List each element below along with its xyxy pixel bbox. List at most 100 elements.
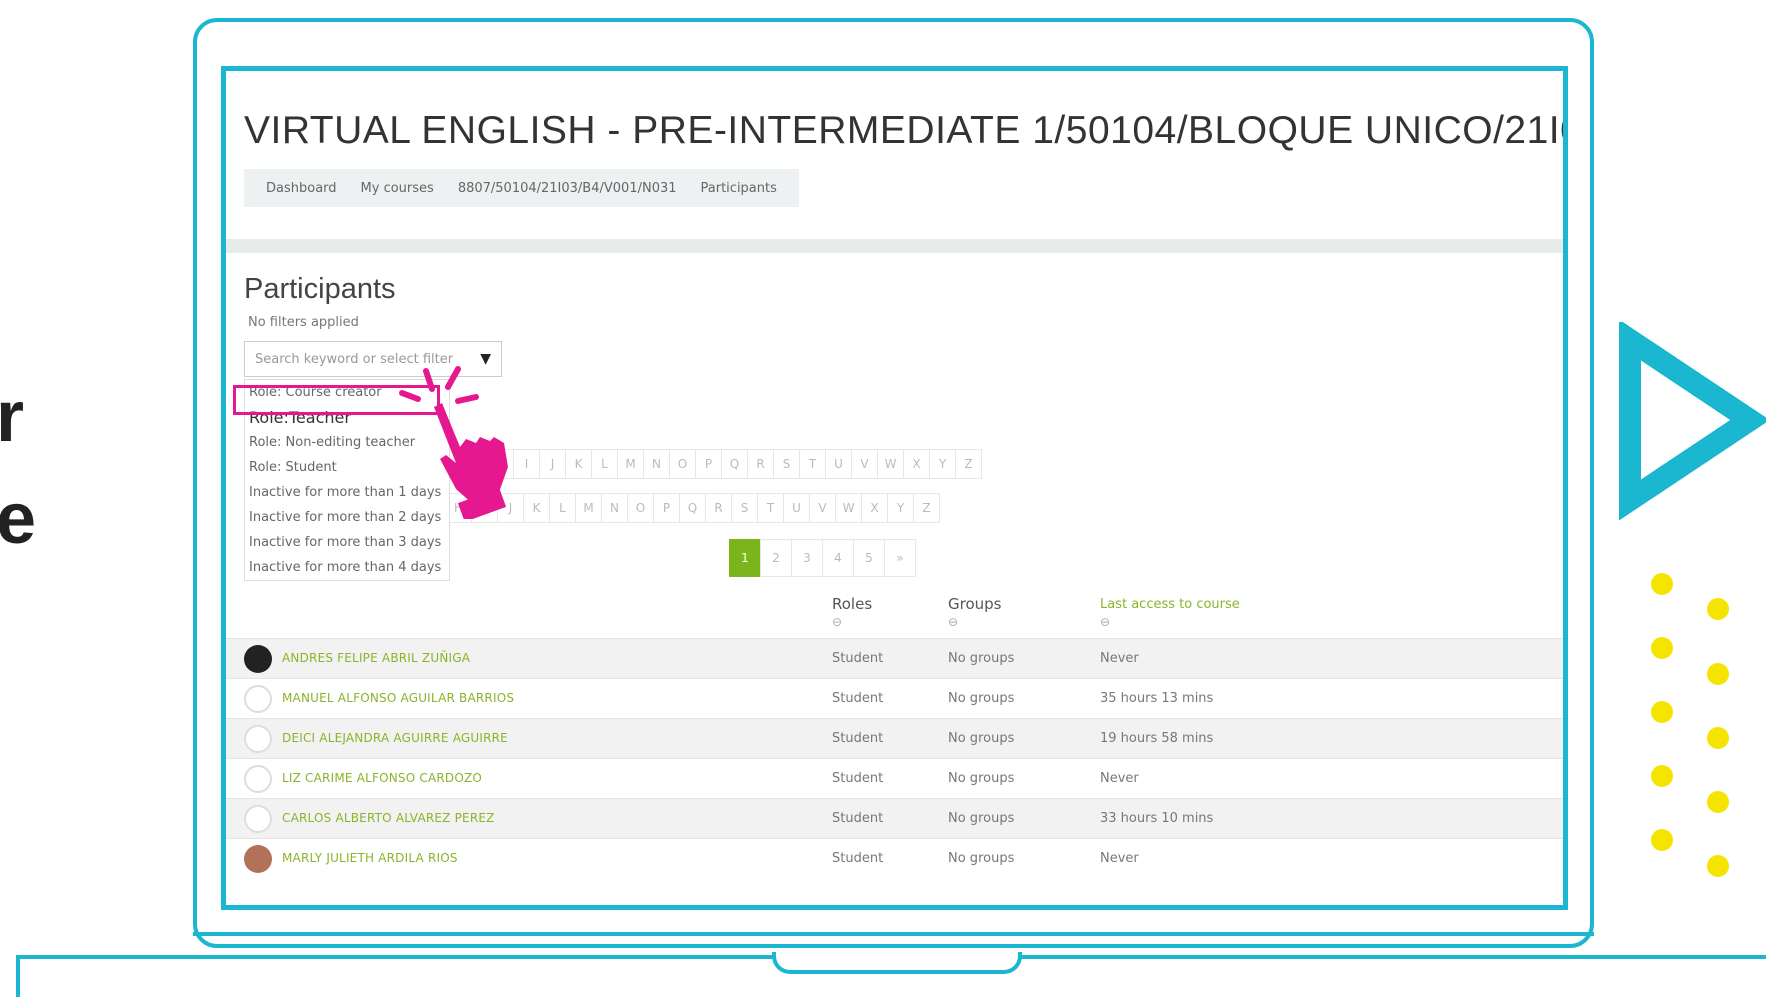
- laptop-notch: [772, 952, 1022, 974]
- letter-button[interactable]: W: [835, 493, 862, 523]
- letter-button[interactable]: M: [617, 449, 644, 479]
- decorative-dot: [1651, 829, 1673, 851]
- last-access-cell: Never: [1100, 771, 1139, 786]
- sort-icon[interactable]: ⊖: [948, 615, 958, 629]
- breadcrumb-dashboard[interactable]: Dashboard: [266, 181, 337, 196]
- participant-name-link[interactable]: MARLY JULIETH ARDILA RIOS: [282, 851, 458, 865]
- participant-name-link[interactable]: LIZ CARIME ALFONSO CARDOZO: [282, 771, 482, 785]
- role-cell: Student: [832, 691, 884, 706]
- groups-cell: No groups: [948, 731, 1015, 746]
- participants-content: Participants No filters applied Search k…: [226, 253, 1563, 905]
- letter-button[interactable]: J: [539, 449, 566, 479]
- participant-name-link[interactable]: MANUEL ALFONSO AGUILAR BARRIOS: [282, 691, 514, 705]
- role-cell: Student: [832, 851, 884, 866]
- page-1-button[interactable]: 1: [729, 539, 761, 577]
- next-page-button[interactable]: »: [884, 539, 916, 577]
- letter-button[interactable]: W: [877, 449, 904, 479]
- course-title: VIRTUAL ENGLISH - PRE-INTERMEDIATE 1/501…: [244, 109, 1568, 152]
- role-cell: Student: [832, 771, 884, 786]
- avatar[interactable]: [244, 765, 272, 793]
- letter-button[interactable]: U: [783, 493, 810, 523]
- play-triangle-icon: [1619, 322, 1766, 521]
- breadcrumb-my-courses[interactable]: My courses: [361, 181, 434, 196]
- decorative-dot: [1707, 855, 1729, 877]
- letter-button[interactable]: V: [851, 449, 878, 479]
- last-access-cell: 19 hours 58 mins: [1100, 731, 1214, 746]
- table-row: DEICI ALEJANDRA AGUIRRE AGUIRRE Student …: [226, 718, 1563, 759]
- edge-text-2: e: [0, 479, 37, 559]
- letter-button[interactable]: Y: [929, 449, 956, 479]
- role-cell: Student: [832, 731, 884, 746]
- participants-heading: Participants: [244, 273, 396, 305]
- role-cell: Student: [832, 811, 884, 826]
- table-row: LIZ CARIME ALFONSO CARDOZO Student No gr…: [226, 758, 1563, 799]
- avatar[interactable]: [244, 725, 272, 753]
- letter-button[interactable]: T: [799, 449, 826, 479]
- last-access-cell: Never: [1100, 851, 1139, 866]
- letter-button[interactable]: O: [669, 449, 696, 479]
- sort-icon[interactable]: ⊖: [1100, 615, 1110, 629]
- column-header-roles[interactable]: Roles: [832, 595, 872, 613]
- last-access-cell: Never: [1100, 651, 1139, 666]
- letter-button[interactable]: S: [773, 449, 800, 479]
- participant-name-link[interactable]: CARLOS ALBERTO ALVAREZ PEREZ: [282, 811, 495, 825]
- letter-button[interactable]: X: [861, 493, 888, 523]
- table-row: MANUEL ALFONSO AGUILAR BARRIOS Student N…: [226, 678, 1563, 719]
- page-5-button[interactable]: 5: [853, 539, 885, 577]
- breadcrumb-course[interactable]: 8807/50104/21I03/B4/V001/N031: [458, 181, 677, 196]
- letter-button[interactable]: O: [627, 493, 654, 523]
- decorative-dot: [1651, 765, 1673, 787]
- decorative-dot: [1707, 727, 1729, 749]
- menu-item-inactive-4-days[interactable]: Inactive for more than 4 days: [245, 555, 449, 580]
- letter-button[interactable]: N: [601, 493, 628, 523]
- letter-button[interactable]: R: [747, 449, 774, 479]
- letter-button[interactable]: P: [653, 493, 680, 523]
- laptop-hinge: [193, 932, 1594, 936]
- groups-cell: No groups: [948, 851, 1015, 866]
- avatar[interactable]: [244, 645, 272, 673]
- pagination: 1 2 3 4 5 »: [729, 539, 916, 577]
- decorative-dot: [1707, 598, 1729, 620]
- breadcrumb: Dashboard My courses 8807/50104/21I03/B4…: [244, 169, 799, 207]
- column-header-groups[interactable]: Groups: [948, 595, 1001, 613]
- letter-button[interactable]: Z: [955, 449, 982, 479]
- groups-cell: No groups: [948, 771, 1015, 786]
- last-access-cell: 33 hours 10 mins: [1100, 811, 1214, 826]
- letter-button[interactable]: X: [903, 449, 930, 479]
- sort-icon[interactable]: ⊖: [832, 615, 842, 629]
- letter-button[interactable]: Y: [887, 493, 914, 523]
- letter-button[interactable]: R: [705, 493, 732, 523]
- participant-name-link[interactable]: DEICI ALEJANDRA AGUIRRE AGUIRRE: [282, 731, 508, 745]
- letter-button[interactable]: K: [565, 449, 592, 479]
- page-3-button[interactable]: 3: [791, 539, 823, 577]
- table-row: CARLOS ALBERTO ALVAREZ PEREZ Student No …: [226, 798, 1563, 839]
- edge-text-1: r: [0, 377, 25, 457]
- table-row: ANDRES FELIPE ABRIL ZUÑIGA Student No gr…: [226, 638, 1563, 679]
- avatar[interactable]: [244, 845, 272, 873]
- decorative-dot: [1651, 573, 1673, 595]
- letter-button[interactable]: Z: [913, 493, 940, 523]
- letter-button[interactable]: Q: [721, 449, 748, 479]
- page-header: VIRTUAL ENGLISH - PRE-INTERMEDIATE 1/501…: [226, 71, 1563, 239]
- decorative-dot: [1651, 637, 1673, 659]
- role-cell: Student: [832, 651, 884, 666]
- avatar[interactable]: [244, 805, 272, 833]
- letter-button[interactable]: T: [757, 493, 784, 523]
- page-2-button[interactable]: 2: [760, 539, 792, 577]
- letter-button[interactable]: M: [575, 493, 602, 523]
- column-header-last-access[interactable]: Last access to course: [1100, 597, 1240, 612]
- letter-button[interactable]: L: [591, 449, 618, 479]
- breadcrumb-participants[interactable]: Participants: [701, 181, 777, 196]
- letter-button[interactable]: N: [643, 449, 670, 479]
- letter-button[interactable]: Q: [679, 493, 706, 523]
- letter-button[interactable]: V: [809, 493, 836, 523]
- participant-name-link[interactable]: ANDRES FELIPE ABRIL ZUÑIGA: [282, 651, 470, 665]
- no-filters-text: No filters applied: [248, 315, 359, 330]
- avatar[interactable]: [244, 685, 272, 713]
- letter-button[interactable]: U: [825, 449, 852, 479]
- letter-button[interactable]: L: [549, 493, 576, 523]
- page-4-button[interactable]: 4: [822, 539, 854, 577]
- letter-button[interactable]: P: [695, 449, 722, 479]
- letter-button[interactable]: S: [731, 493, 758, 523]
- menu-item-inactive-3-days[interactable]: Inactive for more than 3 days: [245, 530, 449, 555]
